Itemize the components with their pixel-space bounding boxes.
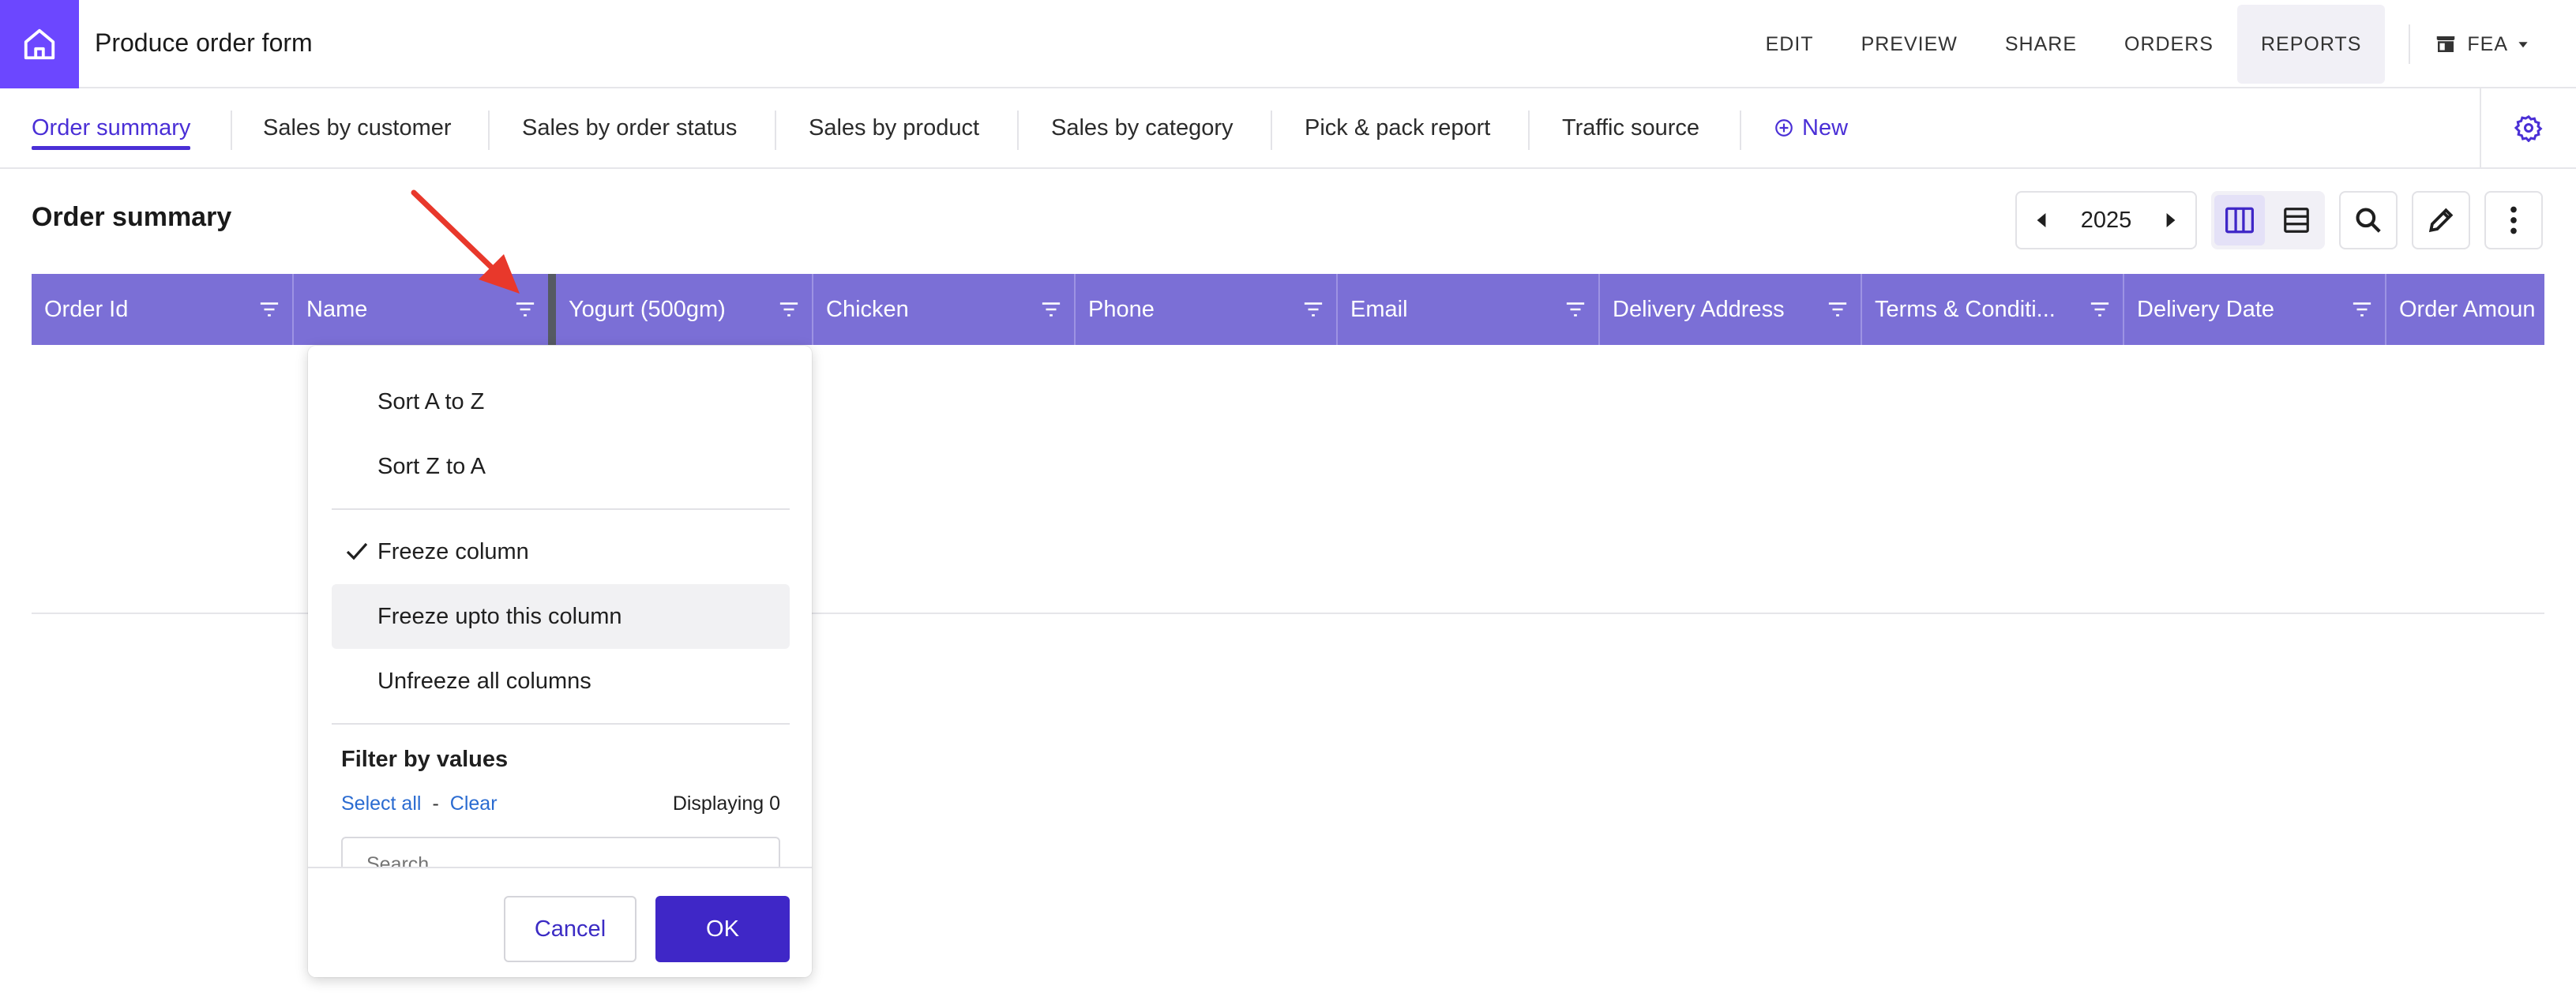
filter-icon[interactable] (1565, 302, 1586, 317)
home-button[interactable] (0, 0, 79, 88)
report-tabs: Order summary Sales by customer Sales by… (0, 88, 2576, 169)
page-title: Order summary (32, 202, 232, 232)
tab-sales-by-category[interactable]: Sales by category (1051, 88, 1234, 167)
column-label: Delivery Date (2137, 296, 2275, 322)
tab-pick-pack-report[interactable]: Pick & pack report (1305, 88, 1490, 167)
freeze-column-label: Freeze column (377, 539, 529, 564)
search-icon (2356, 208, 2381, 233)
home-icon (24, 28, 55, 60)
tab-divider (1017, 111, 1019, 150)
next-year-icon[interactable] (2164, 212, 2178, 229)
nav-reports[interactable]: REPORTS (2236, 5, 2386, 84)
tab-sales-by-customer[interactable]: Sales by customer (263, 88, 452, 167)
annotation-arrow-icon (411, 189, 520, 294)
column-header-delivery-address[interactable]: Delivery Address (1600, 274, 1862, 345)
new-tab-button[interactable]: New (1774, 88, 1848, 167)
unfreeze-all-columns-option[interactable]: Unfreeze all columns (332, 649, 790, 714)
link-separator: - (432, 793, 439, 815)
tab-divider (775, 111, 776, 150)
filter-icon[interactable] (1041, 302, 1061, 317)
filter-links: Select all - Clear (341, 793, 498, 815)
more-vertical-icon (2510, 206, 2517, 234)
column-label: Name (306, 296, 368, 322)
check-icon (346, 519, 368, 584)
nav-edit[interactable]: EDIT (1742, 5, 1838, 84)
column-menu: Sort A to Z Sort Z to A Freeze column Fr… (308, 346, 812, 977)
rows-icon (2284, 208, 2309, 233)
nav-share[interactable]: SHARE (1981, 5, 2101, 84)
sort-z-to-a-option[interactable]: Sort Z to A (332, 434, 790, 499)
column-view-button[interactable] (2214, 195, 2265, 245)
tab-sales-by-product[interactable]: Sales by product (809, 88, 979, 167)
search-button[interactable] (2339, 191, 2398, 249)
ok-button[interactable]: OK (655, 896, 790, 962)
store-icon (2437, 36, 2455, 52)
tab-divider (1740, 111, 1741, 150)
column-label: Yogurt (500gm) (569, 296, 726, 322)
view-toggle (2211, 191, 2325, 249)
column-header-order-id[interactable]: Order Id (32, 274, 294, 345)
tab-divider (1271, 111, 1272, 150)
column-header-chicken[interactable]: Chicken (813, 274, 1076, 345)
year-selector: 2025 (2015, 191, 2197, 249)
nav-orders[interactable]: ORDERS (2101, 5, 2237, 84)
filter-icon[interactable] (1303, 302, 1324, 317)
column-label: Terms & Conditi... (1875, 296, 2056, 322)
filter-icon[interactable] (779, 302, 799, 317)
menu-divider (332, 508, 790, 510)
tab-divider (1528, 111, 1530, 150)
pencil-icon (2428, 208, 2454, 233)
column-header-terms[interactable]: Terms & Conditi... (1862, 274, 2124, 345)
column-label: Email (1350, 296, 1408, 322)
tab-divider (488, 111, 490, 150)
store-switcher[interactable]: FEA (2434, 32, 2576, 56)
clear-link[interactable]: Clear (450, 793, 498, 815)
column-label: Chicken (826, 296, 909, 322)
filter-icon[interactable] (2090, 302, 2110, 317)
nav-divider (2409, 24, 2411, 64)
edit-button[interactable] (2412, 191, 2470, 249)
freeze-upto-column-option[interactable]: Freeze upto this column (332, 584, 790, 649)
filter-icon[interactable] (259, 302, 280, 317)
menu-divider (332, 723, 790, 725)
tab-traffic-source[interactable]: Traffic source (1562, 88, 1699, 167)
select-all-link[interactable]: Select all (341, 793, 421, 815)
plus-circle-icon (1775, 119, 1793, 137)
previous-year-icon[interactable] (2034, 212, 2048, 229)
app-title: Produce order form (95, 28, 313, 57)
cancel-button[interactable]: Cancel (504, 896, 636, 962)
filter-by-values-heading: Filter by values (341, 747, 509, 772)
year-value: 2025 (2080, 207, 2132, 233)
column-header-phone[interactable]: Phone (1076, 274, 1338, 345)
column-label: Order Amoun (2399, 296, 2536, 322)
report-settings-button[interactable] (2480, 88, 2576, 167)
top-bar: Produce order form EDIT PREVIEW SHARE OR… (0, 0, 2576, 88)
more-options-button[interactable] (2484, 191, 2543, 249)
column-label: Delivery Address (1613, 296, 1785, 322)
column-header-order-amount[interactable]: Order Amoun (2386, 274, 2544, 345)
column-header-email[interactable]: Email (1338, 274, 1600, 345)
filter-icon[interactable] (515, 302, 535, 317)
tab-order-summary[interactable]: Order summary (32, 88, 191, 167)
tab-divider (231, 111, 232, 150)
freeze-column-option[interactable]: Freeze column (332, 519, 790, 584)
column-label: Order Id (44, 296, 129, 322)
columns-icon (2225, 207, 2254, 234)
nav-preview[interactable]: PREVIEW (1838, 5, 1981, 84)
tab-sales-by-order-status[interactable]: Sales by order status (522, 88, 737, 167)
filter-icon[interactable] (1827, 302, 1848, 317)
column-header-yogurt[interactable]: Yogurt (500gm) (556, 274, 813, 345)
displaying-count: Displaying 0 (672, 793, 780, 815)
caret-down-icon (2518, 42, 2528, 48)
sort-a-to-z-option[interactable]: Sort A to Z (332, 369, 790, 434)
store-label: FEA (2467, 32, 2508, 55)
gear-icon (2514, 114, 2543, 142)
row-view-button[interactable] (2271, 195, 2322, 245)
new-tab-label: New (1802, 115, 1849, 141)
column-header-delivery-date[interactable]: Delivery Date (2124, 274, 2386, 345)
filter-icon[interactable] (2352, 302, 2372, 317)
column-label: Phone (1088, 296, 1155, 322)
top-nav: EDIT PREVIEW SHARE ORDERS REPORTS FEA (1742, 0, 2576, 88)
